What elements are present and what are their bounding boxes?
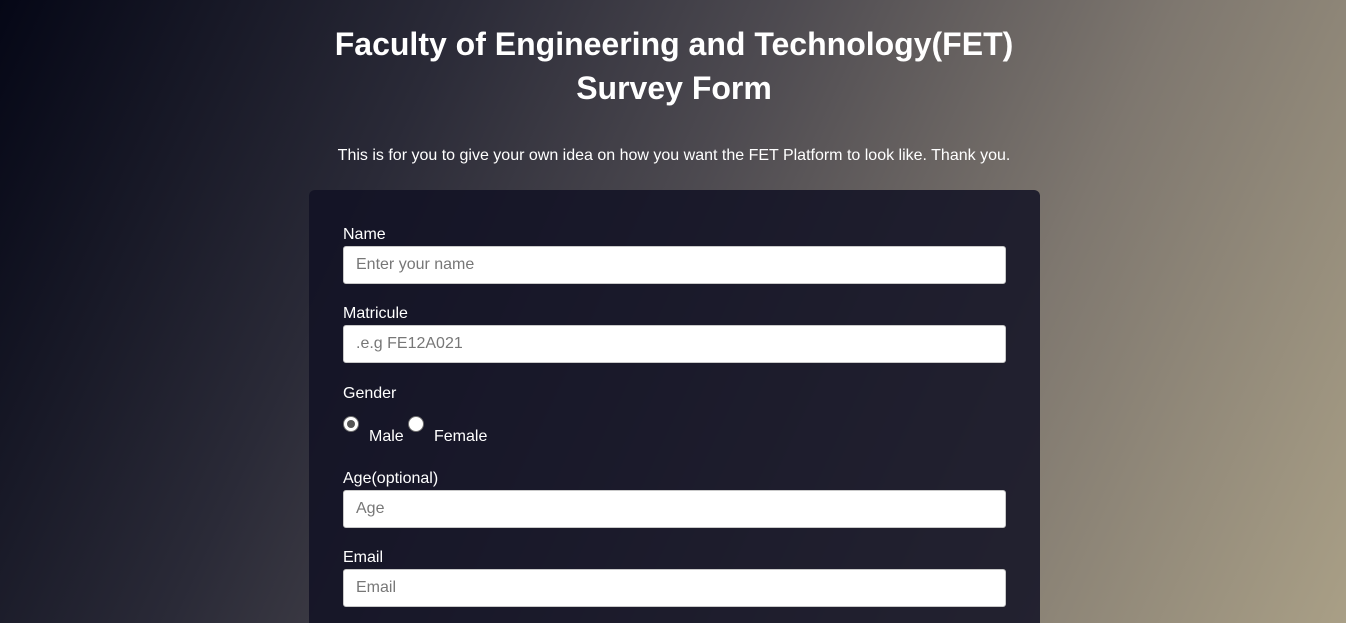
page-title: Faculty of Engineering and Technology(FE… — [300, 22, 1048, 110]
age-label: Age(optional) — [343, 470, 439, 487]
matricule-label: Matricule — [343, 305, 408, 322]
page-title-line-1: Faculty of Engineering and Technology(FE… — [334, 26, 1014, 62]
male-radio-label: Male — [369, 428, 404, 445]
name-label: Name — [343, 226, 386, 243]
gender-label: Gender — [343, 385, 397, 402]
matricule-input[interactable] — [343, 325, 1006, 363]
page-title-line-2: Survey Form — [576, 70, 772, 106]
survey-description: This is for you to give your own idea on… — [337, 147, 1011, 164]
female-radio[interactable] — [408, 416, 424, 432]
survey-form: Name Matricule Gender Male Female Age(op… — [309, 190, 1040, 623]
male-radio[interactable] — [343, 416, 359, 432]
gender-radio-group: Male Female — [343, 414, 543, 445]
name-input[interactable] — [343, 246, 1006, 284]
female-radio-label: Female — [434, 428, 488, 445]
age-input[interactable] — [343, 490, 1006, 528]
email-label: Email — [343, 549, 384, 566]
email-input[interactable] — [343, 569, 1006, 607]
